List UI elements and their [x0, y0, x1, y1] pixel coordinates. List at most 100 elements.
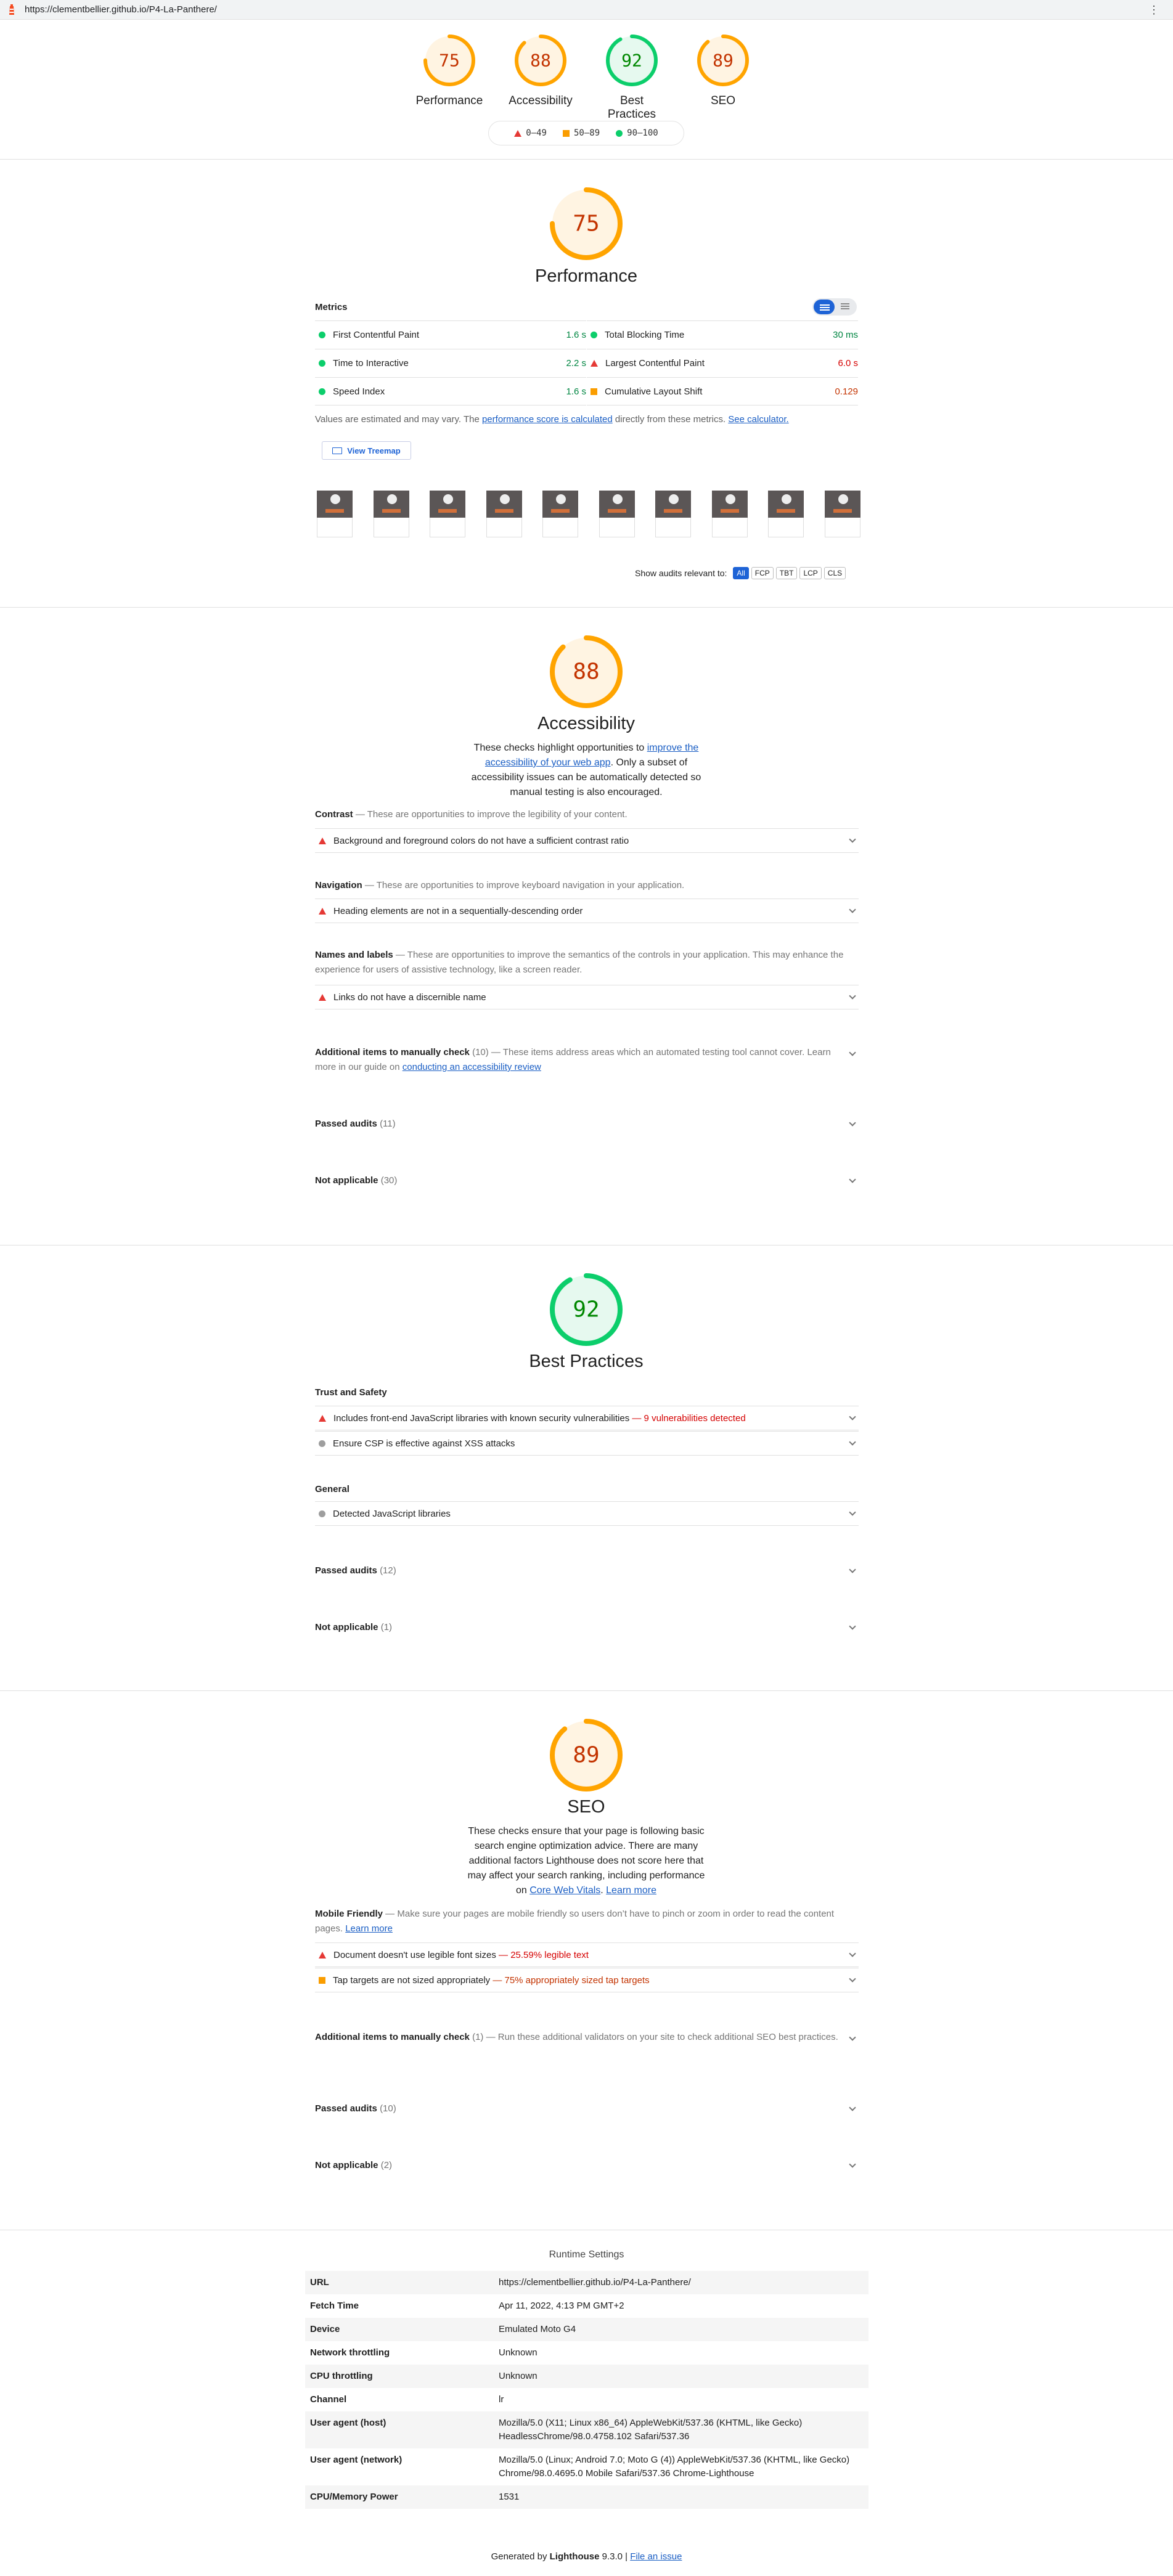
chevron-down-icon[interactable] [849, 1413, 856, 1420]
seo-not-applicable[interactable]: Not applicable (2) [315, 2160, 859, 2170]
bp-passed-audits[interactable]: Passed audits (12) [315, 1565, 859, 1576]
average-square-icon [562, 129, 570, 137]
na-title: Not applicable [315, 1175, 378, 1186]
audit-tap-targets[interactable]: Tap targets are not sized appropriately … [315, 1968, 859, 1992]
audit-heading-order[interactable]: Heading elements are not in a sequential… [315, 899, 859, 923]
tools-menu-icon[interactable]: ⋮ [1148, 4, 1159, 15]
chevron-down-icon[interactable] [849, 1175, 856, 1183]
audit-link-name[interactable]: Links do not have a discernible name [315, 985, 859, 1009]
footer-text: Generated by [491, 2551, 550, 2562]
frame-header [599, 484, 635, 491]
filter-lcp-button[interactable]: LCP [799, 567, 822, 579]
a11y-not-applicable[interactable]: Not applicable (30) [315, 1175, 859, 1186]
seo-passed-audits[interactable]: Passed audits (10) [315, 2103, 859, 2114]
audit-font-size[interactable]: Document doesn't use legible font sizes … [315, 1942, 859, 1967]
chevron-down-icon[interactable] [849, 1622, 856, 1630]
learn-more-link[interactable]: Learn more [345, 1923, 393, 1934]
chevron-down-icon[interactable] [849, 906, 856, 913]
view-treemap-button[interactable]: View Treemap [322, 441, 411, 460]
score-calculated-link[interactable]: performance score is calculated [482, 414, 613, 425]
audit-vulnerable-libraries[interactable]: Includes front-end JavaScript libraries … [315, 1406, 859, 1430]
chevron-down-icon[interactable] [849, 1509, 856, 1516]
audit-csp-xss[interactable]: Ensure CSP is effective against XSS atta… [315, 1431, 859, 1456]
audit-filter: Show audits relevant to: All FCP TBT LCP… [635, 567, 846, 579]
gauge-seo[interactable]: 89 SEO [686, 34, 760, 108]
metric-name: First Contentful Paint [333, 330, 420, 340]
table-row: User agent (host) Mozilla/5.0 (X11; Linux… [305, 2411, 869, 2448]
chevron-down-icon[interactable] [849, 992, 856, 1000]
setting-value: https://clementbellier.github.io/P4-La-P… [499, 2277, 691, 2288]
metric-name: Cumulative Layout Shift [605, 386, 703, 397]
audit-detail: — 75% appropriately sized tap targets [490, 1975, 650, 1986]
metric-value: 1.6 s [566, 330, 586, 340]
na-title: Not applicable [315, 2160, 378, 2170]
gauge-label: Best Practices [607, 94, 656, 121]
learn-more-link[interactable]: Learn more [606, 1885, 656, 1896]
metric-name: Time to Interactive [333, 358, 409, 369]
metrics-view-toggle[interactable] [812, 298, 857, 316]
group-title: Mobile Friendly [315, 1909, 383, 1919]
seo-manual-checks[interactable]: Additional items to manually check (1) —… [315, 2030, 859, 2045]
gauge-accessibility[interactable]: 88 Accessibility [504, 34, 578, 108]
setting-key: Network throttling [310, 2347, 390, 2358]
best-practices-title: Best Practices [529, 1351, 644, 1371]
chevron-down-icon[interactable] [849, 2160, 856, 2168]
frame-header [374, 484, 409, 491]
group-names-labels: Names and labels — These are opportuniti… [315, 948, 859, 977]
setting-value: Apr 11, 2022, 4:13 PM GMT+2 [499, 2301, 624, 2311]
group-title: Contrast [315, 809, 353, 820]
chevron-down-icon[interactable] [849, 2034, 856, 2041]
setting-value: Unknown [499, 2347, 537, 2358]
filter-tbt-button[interactable]: TBT [775, 567, 798, 579]
a11y-manual-checks[interactable]: Additional items to manually check (10) … [315, 1045, 859, 1075]
filmstrip-frame [824, 484, 860, 537]
group-desc: — These are opportunities to improve the… [353, 809, 627, 820]
chevron-down-icon[interactable] [849, 2103, 856, 2111]
report-footer: Generated by Lighthouse 9.3.0 | File an … [0, 2551, 1173, 2562]
fail-triangle-icon [319, 1951, 326, 1958]
bp-not-applicable[interactable]: Not applicable (1) [315, 1622, 859, 1632]
accessibility-review-link[interactable]: conducting an accessibility review [403, 1062, 541, 1072]
a11y-passed-audits[interactable]: Passed audits (11) [315, 1119, 859, 1129]
table-row: CPU/Memory Power 1531 [305, 2485, 869, 2509]
table-row: Device Emulated Moto G4 [305, 2318, 869, 2341]
gauge-best-practices[interactable]: 92 Best Practices [595, 34, 669, 121]
accessibility-gauge-ring: 88 [515, 35, 566, 86]
file-issue-link[interactable]: File an issue [630, 2551, 682, 2562]
filter-fcp-button[interactable]: FCP [751, 567, 774, 579]
gauge-performance[interactable]: 75 Performance [412, 34, 486, 108]
best-practices-gauge-ring: 92 [606, 35, 658, 86]
audit-js-libraries[interactable]: Detected JavaScript libraries [315, 1501, 859, 1526]
chevron-down-icon[interactable] [849, 1119, 856, 1127]
filmstrip-frame [599, 484, 635, 537]
filter-all-button[interactable]: All [733, 567, 749, 579]
chevron-down-icon[interactable] [849, 1565, 856, 1573]
frame-header [712, 484, 748, 491]
chevron-down-icon[interactable] [849, 1049, 856, 1056]
frame-header [768, 484, 804, 491]
setting-value: Unknown [499, 2371, 537, 2381]
audit-color-contrast[interactable]: Background and foreground colors do not … [315, 828, 859, 853]
core-web-vitals-link[interactable]: Core Web Vitals [529, 1885, 600, 1896]
filter-cls-button[interactable]: CLS [824, 567, 846, 579]
accessibility-big-gauge-ring: 88 [550, 635, 623, 708]
metric-tti: Time to Interactive 2.2 s [315, 349, 586, 377]
average-square-icon [319, 1976, 325, 1984]
legend-fail: 0–49 [526, 128, 547, 138]
gauge-score: 92 [573, 1297, 599, 1323]
expanded-view-icon[interactable] [841, 303, 849, 304]
fail-triangle-icon [591, 360, 598, 367]
filmstrip-frame [373, 484, 409, 537]
chevron-down-icon[interactable] [849, 1950, 856, 1957]
metric-name: Largest Contentful Paint [605, 358, 705, 369]
group-navigation: Navigation — These are opportunities to … [315, 878, 859, 893]
chevron-down-icon[interactable] [849, 1438, 856, 1446]
calculator-link[interactable]: See calculator. [728, 414, 788, 425]
chevron-down-icon[interactable] [849, 836, 856, 843]
frame-caption [430, 518, 465, 537]
legend-pass: 90–100 [627, 128, 658, 138]
toggle-compact-view[interactable] [814, 300, 835, 314]
performance-gauge-ring: 75 [423, 35, 475, 86]
chevron-down-icon[interactable] [849, 1975, 856, 1983]
accessibility-big-gauge: 88 [549, 635, 623, 711]
